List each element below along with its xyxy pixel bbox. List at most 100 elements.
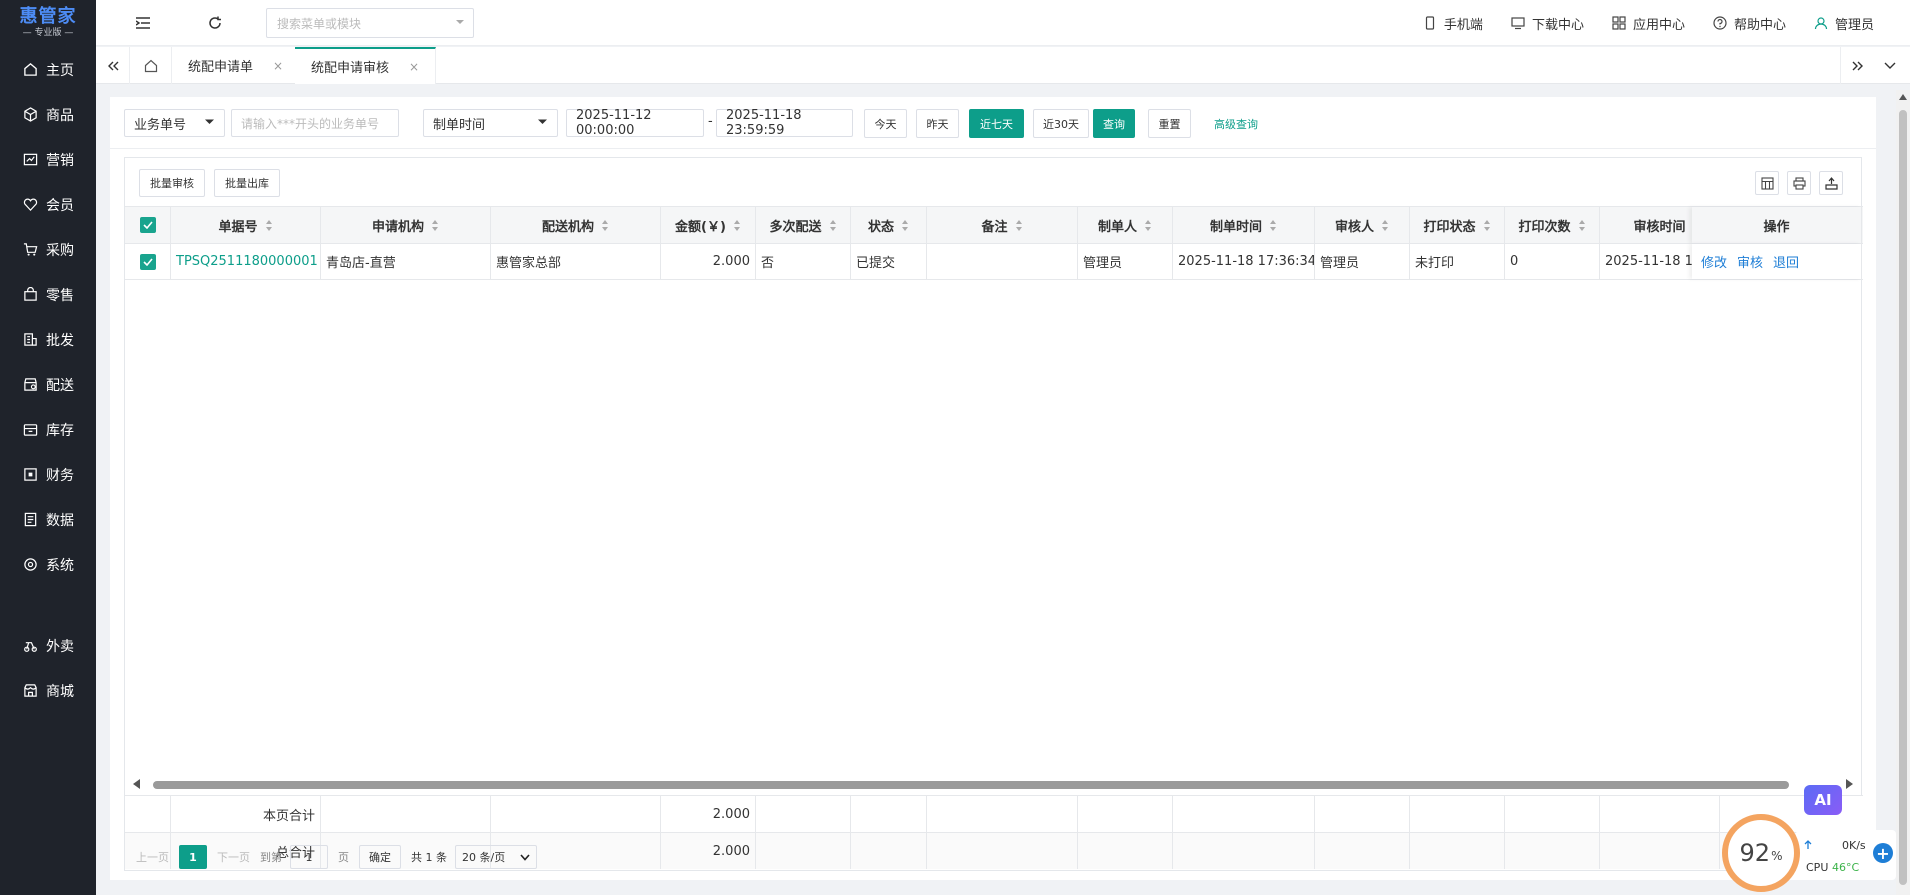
horizontal-scrollbar[interactable] xyxy=(133,778,1853,790)
plus-icon[interactable]: + xyxy=(1873,843,1893,863)
date-from-input[interactable]: 2025-11-12 00:00:00 xyxy=(566,108,704,138)
audit-link[interactable]: 审核 xyxy=(1737,252,1763,271)
sort-icon xyxy=(1270,219,1277,231)
scroll-right-arrow-icon[interactable] xyxy=(1846,779,1853,789)
select-all-checkbox[interactable] xyxy=(125,207,171,243)
col-amount[interactable]: 金额(￥) xyxy=(661,207,756,243)
yesterday-button[interactable]: 昨天 xyxy=(916,109,959,138)
tab-scroll-left-icon[interactable] xyxy=(96,47,130,84)
close-icon[interactable]: × xyxy=(409,60,419,74)
col-label: 审核人 xyxy=(1334,219,1374,235)
edit-link[interactable]: 修改 xyxy=(1701,252,1727,271)
col-create-time[interactable]: 制单时间 xyxy=(1173,207,1315,243)
today-button[interactable]: 今天 xyxy=(864,109,907,138)
advanced-query-link[interactable]: 高级查询 xyxy=(1214,116,1258,132)
table-row[interactable]: TPSQ2511180000001 青岛店-直营 惠管家总部 2.000 否 已… xyxy=(125,243,1863,280)
scroll-left-arrow-icon[interactable] xyxy=(133,779,140,789)
col-status[interactable]: 状态 xyxy=(851,207,927,243)
sidebar-item-member[interactable]: 会员 xyxy=(0,182,96,227)
order-no-placeholder: 请输入***开头的业务单号 xyxy=(241,116,380,131)
checkbox-checked-icon xyxy=(139,217,156,233)
goto-page-input[interactable]: 1 xyxy=(290,845,328,869)
scrollbar-thumb[interactable] xyxy=(153,781,1789,789)
col-apply-org[interactable]: 申请机构 xyxy=(321,207,491,243)
chevron-down-icon xyxy=(205,119,214,124)
sidebar-item-retail[interactable]: 零售 xyxy=(0,272,96,317)
sidebar-item-data[interactable]: 数据 xyxy=(0,497,96,542)
query-button[interactable]: 查询 xyxy=(1093,109,1135,138)
col-print-count[interactable]: 打印次数 xyxy=(1505,207,1600,243)
col-print-status[interactable]: 打印状态 xyxy=(1410,207,1505,243)
col-auditor[interactable]: 审核人 xyxy=(1315,207,1410,243)
cpu-temp-value: 46°C xyxy=(1832,861,1860,874)
help-center-link[interactable]: 帮助中心 xyxy=(1713,14,1786,33)
ai-assistant-button[interactable]: AI xyxy=(1804,785,1842,815)
user-menu[interactable]: 管理员 xyxy=(1814,14,1874,33)
export-icon[interactable] xyxy=(1819,171,1843,195)
reset-button[interactable]: 重置 xyxy=(1148,109,1191,138)
sidebar-item-home[interactable]: 主页 xyxy=(0,47,96,92)
column-settings-icon[interactable] xyxy=(1755,171,1779,195)
prev-page-button[interactable]: 上一页 xyxy=(136,849,169,865)
return-link[interactable]: 退回 xyxy=(1773,252,1799,271)
print-icon[interactable] xyxy=(1787,171,1811,195)
sidebar-item-finance[interactable]: 财务 xyxy=(0,452,96,497)
menu-search-input[interactable]: 搜索菜单或模块 xyxy=(266,8,474,38)
sidebar-item-inventory[interactable]: 库存 xyxy=(0,407,96,452)
sidebar-item-distribution[interactable]: 配送 xyxy=(0,362,96,407)
sidebar-item-goods[interactable]: 商品 xyxy=(0,92,96,137)
page-number-current[interactable]: 1 xyxy=(179,845,207,869)
order-no-input[interactable]: 请输入***开头的业务单号 xyxy=(231,109,399,137)
sidebar-item-wholesale[interactable]: 批发 xyxy=(0,317,96,362)
col-creator[interactable]: 制单人 xyxy=(1078,207,1173,243)
last-30-days-button[interactable]: 近30天 xyxy=(1033,109,1089,138)
sidebar-item-takeaway[interactable]: 外卖 xyxy=(0,623,96,668)
next-page-button[interactable]: 下一页 xyxy=(217,849,250,865)
col-dispatch-org[interactable]: 配送机构 xyxy=(491,207,661,243)
close-icon[interactable]: × xyxy=(273,59,283,73)
col-multi-delivery[interactable]: 多次配送 xyxy=(756,207,851,243)
date-to-input[interactable]: 2025-11-18 23:59:59 xyxy=(716,108,853,138)
scooter-icon xyxy=(22,638,38,654)
grid-toolbar: 批量审核 批量出库 xyxy=(125,158,1861,206)
col-order-no[interactable]: 单据号 xyxy=(171,207,321,243)
sidebar-item-label: 库存 xyxy=(46,422,74,439)
tab-transfer-request-audit[interactable]: 统配申请审核 × xyxy=(295,47,437,84)
batch-outbound-button[interactable]: 批量出库 xyxy=(214,169,280,197)
tab-scroll-right-icon[interactable] xyxy=(1840,47,1874,84)
sidebar-item-mall[interactable]: 商城 xyxy=(0,668,96,713)
time-type-select[interactable]: 制单时间 xyxy=(423,109,558,137)
download-center-label: 下载中心 xyxy=(1531,17,1584,33)
tab-home-icon[interactable] xyxy=(130,47,172,84)
download-center-link[interactable]: 下载中心 xyxy=(1511,14,1584,33)
home-icon xyxy=(22,62,38,78)
tab-transfer-request[interactable]: 统配申请单 × xyxy=(172,47,301,84)
tab-menu-chevron-icon[interactable] xyxy=(1874,47,1906,84)
mobile-link[interactable]: 手机端 xyxy=(1423,14,1483,33)
sidebar-item-purchase[interactable]: 采购 xyxy=(0,227,96,272)
collapse-menu-icon[interactable] xyxy=(132,12,154,34)
scroll-up-arrow-icon[interactable] xyxy=(1899,94,1907,100)
last-7-days-button[interactable]: 近七天 xyxy=(969,109,1024,138)
field-type-value: 业务单号 xyxy=(134,117,187,133)
sidebar-item-marketing[interactable]: 营销 xyxy=(0,137,96,182)
chart-icon xyxy=(22,152,38,168)
document-icon xyxy=(22,512,38,528)
col-remark[interactable]: 备注 xyxy=(927,207,1078,243)
sidebar-item-label: 零售 xyxy=(46,287,74,304)
pagination: 上一页 1 下一页 到第 1 页 确定 共 1 条 20 条/页 xyxy=(136,838,537,876)
page-vertical-scrollbar[interactable] xyxy=(1896,90,1910,895)
field-type-select[interactable]: 业务单号 xyxy=(124,109,225,137)
sidebar-item-system[interactable]: 系统 xyxy=(0,542,96,587)
refresh-icon[interactable] xyxy=(204,12,226,34)
batch-audit-button[interactable]: 批量审核 xyxy=(139,169,205,197)
scrollbar-thumb[interactable] xyxy=(1899,110,1907,885)
order-no-link[interactable]: TPSQ2511180000001 xyxy=(171,244,321,279)
app-logo[interactable]: 惠管家 — 专业版 — xyxy=(0,0,96,46)
store-icon xyxy=(22,377,38,393)
row-checkbox[interactable] xyxy=(125,244,171,279)
cpu-load-gauge[interactable]: 92% xyxy=(1722,814,1800,892)
app-center-link[interactable]: 应用中心 xyxy=(1612,14,1685,33)
page-size-select[interactable]: 20 条/页 xyxy=(455,845,537,869)
goto-confirm-button[interactable]: 确定 xyxy=(359,845,401,869)
